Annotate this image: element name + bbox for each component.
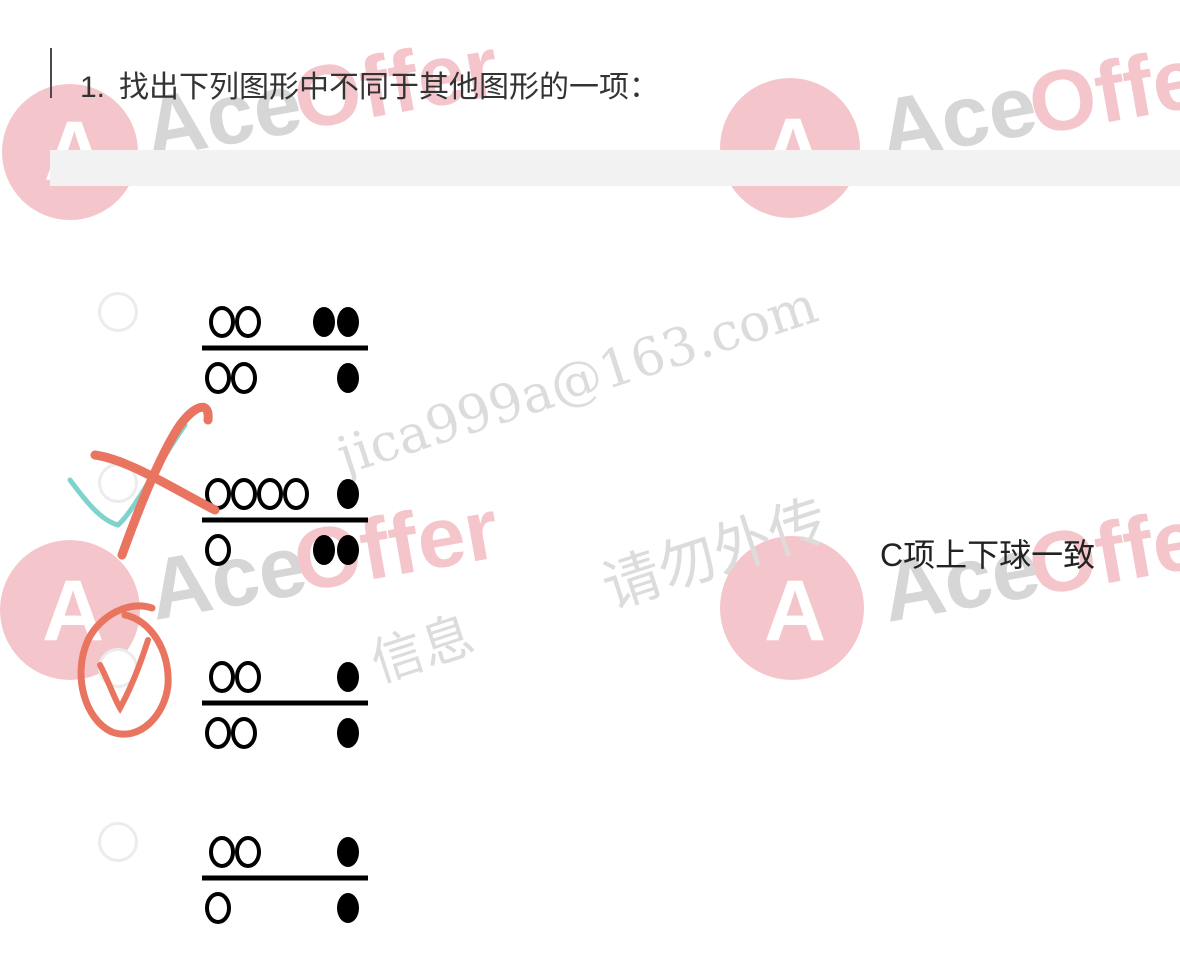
red-circle-mark xyxy=(77,602,172,738)
handwritten-marks xyxy=(67,403,220,738)
red-check-mark xyxy=(97,637,151,714)
